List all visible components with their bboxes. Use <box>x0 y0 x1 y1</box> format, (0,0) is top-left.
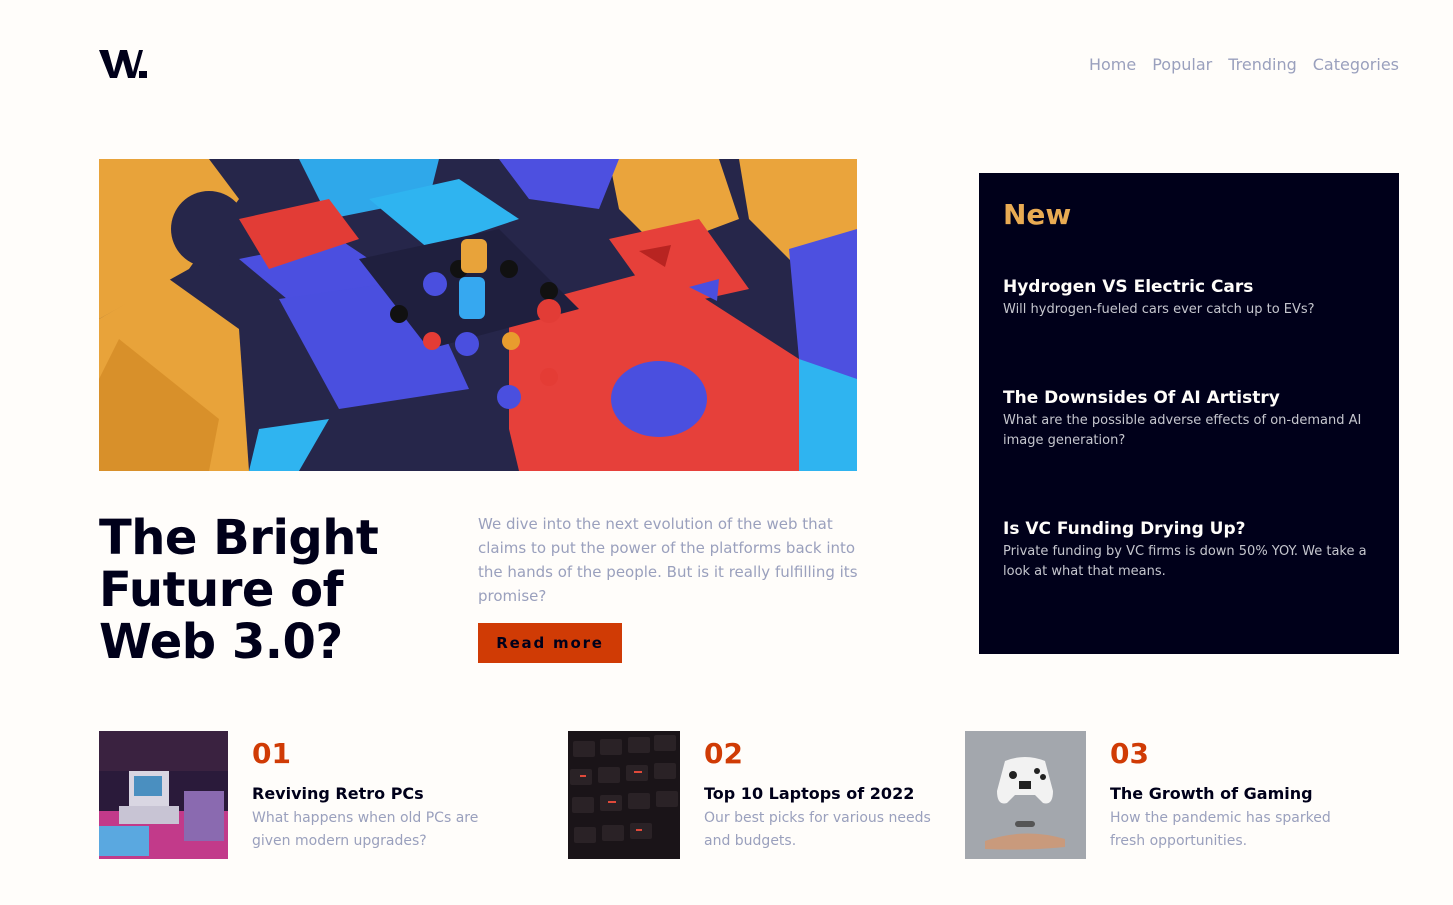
article-number: 02 <box>704 737 743 770</box>
main-nav: Home Popular Trending Categories <box>1089 55 1399 75</box>
article-number: 01 <box>252 737 291 770</box>
nav-home[interactable]: Home <box>1089 55 1136 75</box>
article-title[interactable]: The Growth of Gaming <box>1110 783 1340 805</box>
new-item-description: Private funding by VC firms is down 50% … <box>1003 544 1367 579</box>
new-item-description: Will hydrogen-fueled cars ever catch up … <box>1003 302 1315 317</box>
article-description: What happens when old PCs are given mode… <box>252 810 479 849</box>
new-item: Is VC Funding Drying Up? Private funding… <box>1003 518 1378 582</box>
nav-trending[interactable]: Trending <box>1228 55 1297 75</box>
article-number: 03 <box>1110 737 1149 770</box>
new-item: The Downsides Of AI Artistry What are th… <box>1003 387 1378 451</box>
new-item-title[interactable]: The Downsides Of AI Artistry <box>1003 387 1378 409</box>
article-card: 02 Top 10 Laptops of 2022 Our best picks… <box>568 731 934 859</box>
hero-image <box>99 159 857 471</box>
new-item-description: What are the possible adverse effects of… <box>1003 413 1362 448</box>
read-more-button[interactable]: Read more <box>478 623 622 663</box>
article-thumbnail-laptop-keyboard <box>568 731 680 859</box>
article-title[interactable]: Top 10 Laptops of 2022 <box>704 783 934 805</box>
article-body: 02 Top 10 Laptops of 2022 Our best picks… <box>704 731 934 859</box>
hero-title: The Bright Future of Web 3.0? <box>99 510 379 670</box>
article-card: 01 Reviving Retro PCs What happens when … <box>99 731 482 859</box>
article-body: 03 The Growth of Gaming How the pandemic… <box>1110 731 1340 859</box>
new-articles-panel: New Hydrogen VS Electric Cars Will hydro… <box>979 173 1399 654</box>
article-card: 03 The Growth of Gaming How the pandemic… <box>965 731 1340 859</box>
article-description: Our best picks for various needs and bud… <box>704 810 931 849</box>
article-thumbnail-retro-pc <box>99 731 228 859</box>
site-logo[interactable] <box>99 46 149 82</box>
new-item-title[interactable]: Is VC Funding Drying Up? <box>1003 518 1378 540</box>
new-item: Hydrogen VS Electric Cars Will hydrogen-… <box>1003 276 1378 320</box>
article-title[interactable]: Reviving Retro PCs <box>252 783 482 805</box>
new-heading: New <box>1003 198 1072 231</box>
article-body: 01 Reviving Retro PCs What happens when … <box>252 731 482 859</box>
hero-description: We dive into the next evolution of the w… <box>478 515 858 605</box>
new-item-title[interactable]: Hydrogen VS Electric Cars <box>1003 276 1378 298</box>
nav-categories[interactable]: Categories <box>1313 55 1399 75</box>
page: Home Popular Trending Categories The Bri… <box>0 0 1453 905</box>
article-description: How the pandemic has sparked fresh oppor… <box>1110 810 1331 849</box>
nav-popular[interactable]: Popular <box>1152 55 1212 75</box>
article-thumbnail-gaming-controller <box>965 731 1086 859</box>
